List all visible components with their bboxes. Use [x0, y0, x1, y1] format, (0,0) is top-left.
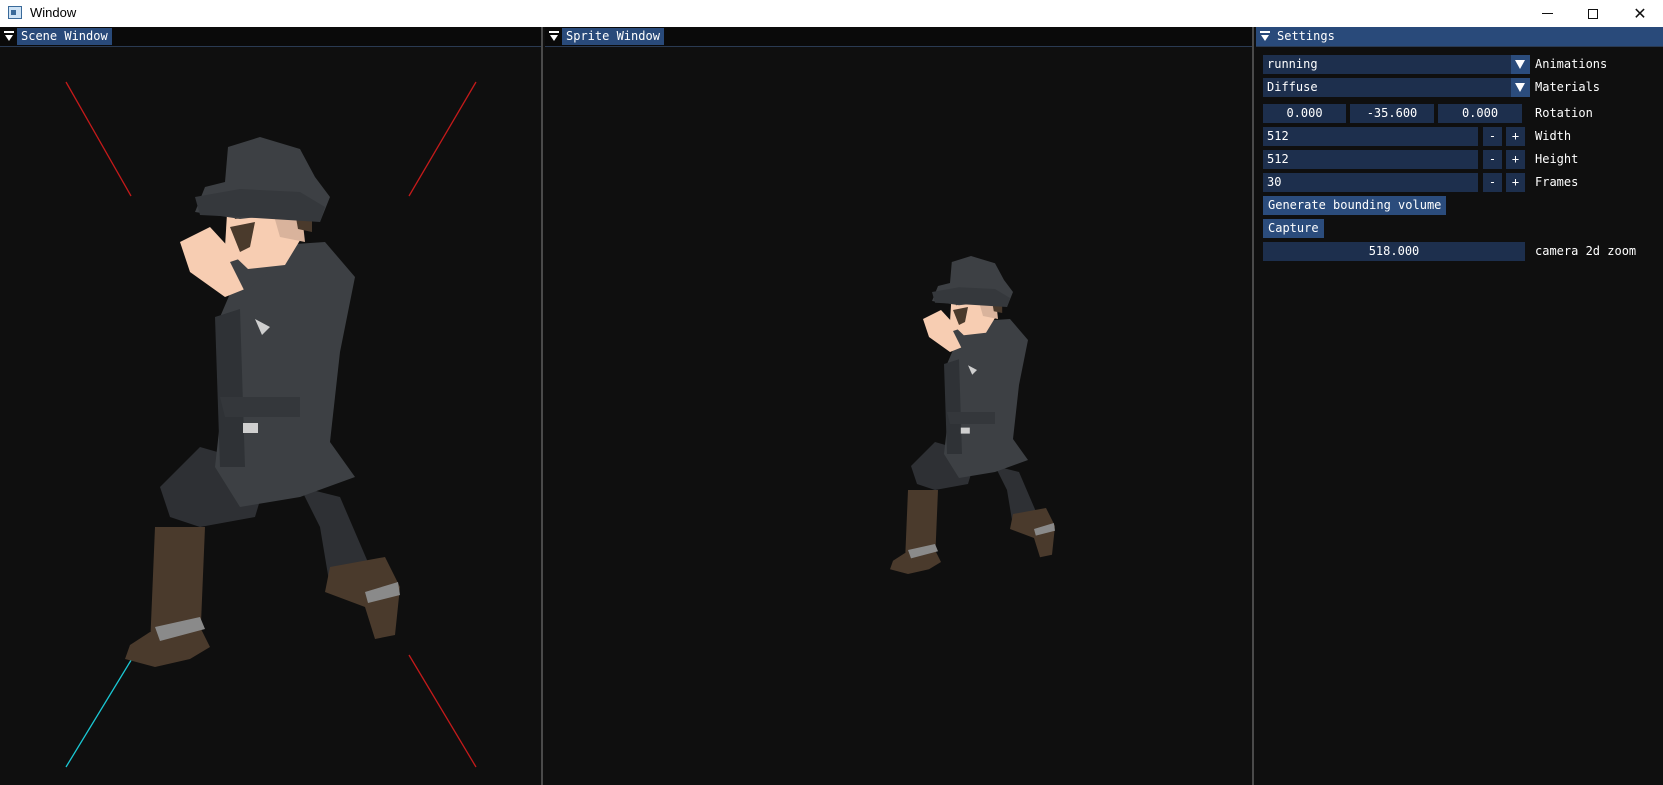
minimize-button[interactable] — [1524, 0, 1570, 27]
cowboy-character — [125, 137, 400, 667]
zoom-row: 518.000 camera 2d zoom — [1263, 242, 1658, 261]
rotation-z-field[interactable]: 0.000 — [1438, 104, 1522, 123]
settings-window: Settings running Animations Diffuse Mate… — [1256, 27, 1663, 785]
minimize-icon — [1541, 13, 1553, 14]
scene-canvas — [65, 81, 477, 768]
capture-button[interactable]: Capture — [1263, 219, 1324, 238]
window-title: Window — [30, 5, 77, 20]
rotation-row: 0.000 -35.600 0.000 Rotation — [1263, 104, 1658, 123]
maximize-icon — [1588, 8, 1598, 19]
bounding-volume-line — [408, 654, 477, 768]
bounding-volume-line — [65, 81, 132, 197]
collapse-arrow-icon[interactable] — [1260, 31, 1270, 41]
settings-body: running Animations Diffuse Materials 0.0… — [1256, 47, 1663, 785]
frames-label: Frames — [1535, 175, 1579, 189]
settings-window-title: Settings — [1277, 29, 1335, 43]
rotation-x-field[interactable]: 0.000 — [1263, 104, 1346, 123]
animations-combo[interactable]: running — [1263, 55, 1511, 74]
scene-window-titlebar[interactable]: Scene Window — [0, 27, 541, 47]
height-increment-button[interactable]: + — [1506, 150, 1525, 169]
height-input[interactable]: 512 — [1263, 150, 1478, 169]
close-button[interactable]: ✕ — [1617, 0, 1663, 27]
generate-bounding-volume-button[interactable]: Generate bounding volume — [1263, 196, 1447, 215]
sprite-viewport[interactable] — [545, 47, 1252, 785]
maximize-button[interactable] — [1570, 0, 1616, 27]
scene-window: Scene Window — [0, 27, 543, 785]
os-titlebar: Window ✕ — [0, 0, 1663, 27]
camera-zoom-slider[interactable]: 518.000 — [1263, 242, 1525, 261]
collapse-arrow-icon[interactable] — [4, 31, 14, 41]
height-label: Height — [1535, 152, 1579, 166]
scene-window-title: Scene Window — [17, 28, 112, 45]
camera-zoom-label: camera 2d zoom — [1535, 244, 1637, 258]
materials-dropdown-icon[interactable] — [1511, 78, 1530, 97]
generate-row: Generate bounding volume — [1263, 196, 1658, 215]
frames-row: 30 - + Frames — [1263, 173, 1658, 192]
frames-input[interactable]: 30 — [1263, 173, 1478, 192]
height-row: 512 - + Height — [1263, 150, 1658, 169]
rotation-y-field[interactable]: -35.600 — [1350, 104, 1434, 123]
width-label: Width — [1535, 129, 1572, 143]
sprite-window-title: Sprite Window — [562, 28, 664, 45]
width-input[interactable]: 512 — [1263, 127, 1478, 146]
sprite-canvas — [890, 256, 1055, 574]
sprite-window-titlebar[interactable]: Sprite Window — [545, 27, 1252, 47]
scene-viewport[interactable] — [0, 47, 541, 785]
animations-dropdown-icon[interactable] — [1511, 55, 1530, 74]
bounding-volume-line — [408, 81, 477, 197]
materials-label: Materials — [1535, 80, 1601, 94]
materials-combo[interactable]: Diffuse — [1263, 78, 1511, 97]
axis-line — [65, 656, 134, 768]
capture-row: Capture — [1263, 219, 1658, 238]
frames-increment-button[interactable]: + — [1506, 173, 1525, 192]
cowboy-sprite — [890, 256, 1055, 574]
rotation-label: Rotation — [1535, 106, 1593, 120]
height-decrement-button[interactable]: - — [1483, 150, 1502, 169]
width-increment-button[interactable]: + — [1506, 127, 1525, 146]
sprite-window: Sprite Window — [545, 27, 1254, 785]
width-decrement-button[interactable]: - — [1483, 127, 1502, 146]
collapse-arrow-icon[interactable] — [549, 31, 559, 41]
materials-row: Diffuse Materials — [1263, 78, 1658, 97]
close-icon: ✕ — [1633, 5, 1647, 23]
frames-decrement-button[interactable]: - — [1483, 173, 1502, 192]
width-row: 512 - + Width — [1263, 127, 1658, 146]
app-icon — [8, 6, 22, 19]
animations-label: Animations — [1535, 57, 1608, 71]
animations-row: running Animations — [1263, 55, 1658, 74]
settings-window-titlebar[interactable]: Settings — [1256, 27, 1663, 47]
